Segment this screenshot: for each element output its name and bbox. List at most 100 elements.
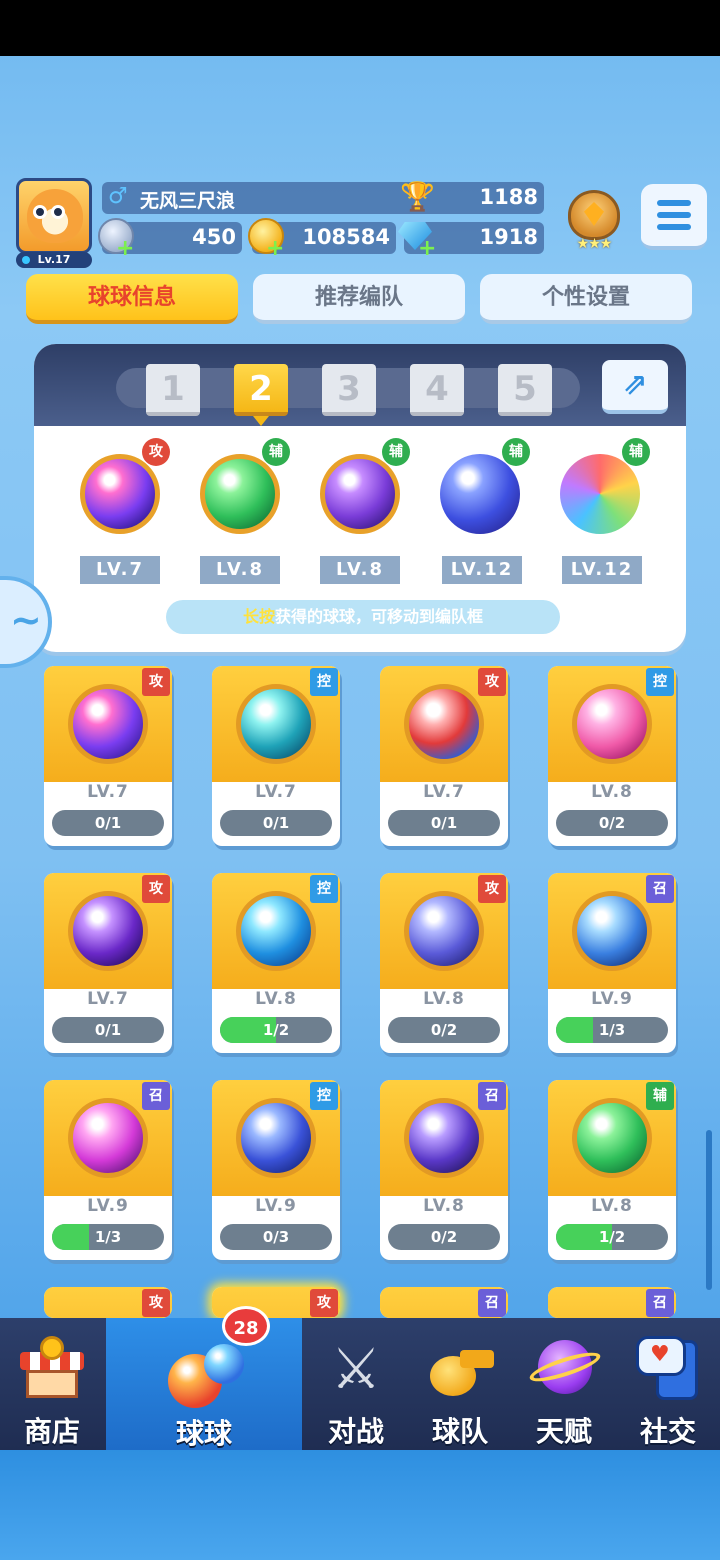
nav-balls[interactable]: 球球 [106,1318,302,1450]
block-ball-icon [404,891,484,971]
silver-currency[interactable]: + 450 [98,218,242,261]
ball-card[interactable]: 召 LV.8 0/2 [380,1080,508,1260]
lineup-slot-2[interactable]: 2 [234,364,288,426]
card-progress-text: 1/2 [598,1228,626,1246]
gold-currency[interactable]: + 108584 [248,218,396,261]
formation-header: 1 2 3 4 5 ⇗ [34,344,686,426]
hint-text: 获得的球球，可移动到编队框 [275,607,484,626]
lineup-slot-5[interactable]: 5 [498,364,552,416]
gem-currency[interactable]: + 1918 [398,222,544,261]
card-progress-bar: 1/3 [52,1224,164,1250]
prism-ball-icon [68,684,148,764]
menu-button[interactable] [641,184,707,250]
team-ball[interactable]: 辅 [192,438,290,540]
card-progress-text: 1/3 [598,1021,626,1039]
team-ball-level: LV.12 [442,556,522,584]
role-badge: 攻 [478,668,506,696]
player-level: Lv.17 [16,252,92,268]
nav-social[interactable]: ♥ 社交 [616,1318,720,1450]
nav-battle[interactable]: ⚔ 对战 [304,1318,408,1450]
role-badge: 控 [646,668,674,696]
ball-level: LV.8 [591,1196,633,1216]
hamburger-icon [657,200,691,206]
nav-talent[interactable]: 天赋 [512,1318,616,1450]
ball-card[interactable]: 控 LV.8 1/2 [212,873,340,1053]
add-icon: + [266,236,285,261]
card-progress-text: 0/2 [430,1021,458,1039]
role-badge: 辅 [646,1082,674,1110]
whistle-icon [424,1340,496,1400]
lineup-slot-1[interactable]: 1 [146,364,200,416]
team-ball[interactable]: 辅 [432,438,530,540]
ball-card[interactable]: 控 LV.9 0/3 [212,1080,340,1260]
rank-badge[interactable]: ★★★ [562,186,626,254]
ball-level: LV.8 [423,1196,465,1216]
tab-personal-settings[interactable]: 个性设置 [480,274,692,324]
ball-level: LV.9 [87,1196,129,1216]
role-badge: 辅 [262,438,290,466]
player-avatar[interactable] [16,178,92,254]
mushroom-ball-icon [68,1098,148,1178]
bottom-background [0,1450,720,1560]
lineup-slot-4[interactable]: 4 [410,364,464,416]
hint-highlight: 长按 [242,607,275,626]
ball-card[interactable]: 攻 [44,1287,172,1318]
ball-level: LV.8 [591,782,633,802]
rank-stars-icon: ★★★ [576,236,613,252]
role-badge: 攻 [142,875,170,903]
tab-recommended-lineup[interactable]: 推荐编队 [253,274,465,324]
add-icon: + [116,236,135,261]
wind-ball-icon [236,684,316,764]
card-progress-text: 0/1 [430,814,458,832]
ball-card[interactable]: 控 LV.7 0/1 [212,666,340,846]
ball-level: LV.7 [87,989,129,1009]
role-badge: 辅 [382,438,410,466]
role-badge: 辅 [502,438,530,466]
role-badge: 攻 [142,1289,170,1317]
card-progress-text: 0/1 [94,814,122,832]
team-ball[interactable]: 攻 [72,438,170,540]
card-progress-text: 0/3 [262,1228,290,1246]
ball-level: LV.7 [423,782,465,802]
chat-phone-icon: ♥ [634,1332,704,1404]
scrollbar[interactable] [706,1130,712,1290]
lineup-slot-3[interactable]: 3 [322,364,376,416]
card-progress-bar: 1/3 [556,1017,668,1043]
nav-team[interactable]: 球队 [408,1318,512,1450]
tab-ball-info[interactable]: 球球信息 [26,274,238,324]
ball-card[interactable]: 攻 LV.8 0/2 [380,873,508,1053]
nav-shop[interactable]: 商店 [0,1318,104,1450]
team-ball[interactable]: 辅 [312,438,410,540]
share-button[interactable]: ⇗ [602,360,668,414]
clock-ball-icon [236,1098,316,1178]
card-progress-text: 0/1 [94,1021,122,1039]
ball-card[interactable]: 召 LV.9 1/3 [548,873,676,1053]
card-progress-bar: 1/2 [220,1017,332,1043]
ball-level: LV.8 [255,989,297,1009]
ball-card[interactable]: 召 [380,1287,508,1318]
trophy-icon: 🏆 [400,180,435,213]
name-bar: ♂ 无风三尺浪 🏆 1188 [102,180,544,214]
add-icon: + [418,236,437,261]
card-progress-bar: 0/1 [52,1017,164,1043]
role-badge: 攻 [310,1289,338,1317]
card-progress-bar: 0/1 [52,810,164,836]
share-icon: ⇗ [622,367,648,402]
ball-card[interactable]: 控 LV.8 0/2 [548,666,676,846]
green-arrow-ball-icon [572,1098,652,1178]
card-progress-text: 0/2 [598,814,626,832]
ball-card[interactable]: 攻 LV.7 0/1 [44,666,172,846]
team-ball-level: LV.12 [562,556,642,584]
ball-card[interactable]: 辅 LV.8 1/2 [548,1080,676,1260]
nav-label: 天赋 [535,1415,592,1448]
ball-card[interactable]: 召 LV.9 1/3 [44,1080,172,1260]
nav-label: 社交 [639,1415,696,1448]
card-progress-text: 1/2 [262,1021,290,1039]
nav-label: 球队 [431,1415,488,1448]
team-ball[interactable]: 辅 [552,438,650,540]
ball-card[interactable]: 攻 LV.7 0/1 [380,666,508,846]
ball-card[interactable]: 召 [548,1287,676,1318]
rainbow-pumpkin-ball-icon [560,454,640,534]
trophy-count: 1188 [479,185,538,209]
ball-card[interactable]: 攻 LV.7 0/1 [44,873,172,1053]
